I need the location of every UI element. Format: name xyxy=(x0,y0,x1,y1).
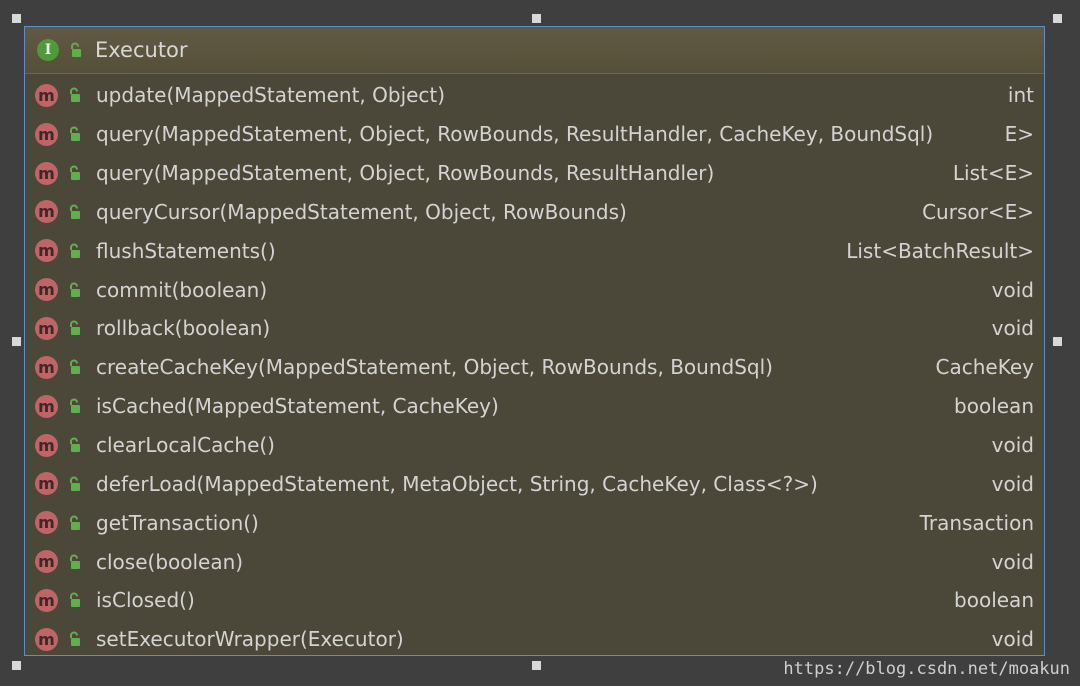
method-signature: isCached(MappedStatement, CacheKey) xyxy=(96,394,499,419)
method-return-type: E> xyxy=(1004,122,1034,147)
method-return-type: Transaction xyxy=(919,510,1034,535)
resize-handle-middle-right[interactable] xyxy=(1053,337,1062,346)
method-icon: m xyxy=(35,511,58,535)
method-row[interactable]: m query(MappedStatement, Object, RowBound… xyxy=(25,115,1044,154)
method-signature: createCacheKey(MappedStatement, Object, … xyxy=(96,355,773,380)
method-signature: flushStatements() xyxy=(96,238,276,263)
public-lock-icon xyxy=(70,476,80,491)
method-icon: m xyxy=(35,122,58,146)
method-icon: m xyxy=(35,83,58,107)
method-row[interactable]: m rollback(boolean) void xyxy=(25,309,1044,348)
method-icon: m xyxy=(35,550,58,574)
public-lock-icon xyxy=(70,165,80,181)
method-row[interactable]: m getTransaction() Transaction xyxy=(25,503,1044,542)
method-signature: rollback(boolean) xyxy=(96,316,271,341)
class-header[interactable]: I Executor xyxy=(25,27,1044,74)
method-signature: isClosed() xyxy=(96,588,195,613)
method-icon: m xyxy=(35,239,58,263)
method-return-type: void xyxy=(991,433,1034,458)
method-icon: m xyxy=(35,355,58,379)
public-lock-icon xyxy=(70,243,80,258)
method-signature: query(MappedStatement, Object, RowBounds… xyxy=(96,161,715,186)
watermark: https://blog.csdn.net/moakun xyxy=(783,659,1070,679)
method-signature: clearLocalCache() xyxy=(96,433,275,458)
method-row[interactable]: m deferLoad(MappedStatement, MetaObject, … xyxy=(25,464,1044,503)
public-lock-icon xyxy=(70,398,80,414)
public-lock-icon xyxy=(70,359,80,375)
method-row[interactable]: m isClosed() boolean xyxy=(25,581,1044,620)
method-row[interactable]: m query(MappedStatement, Object, RowBound… xyxy=(25,154,1044,193)
method-signature: setExecutorWrapper(Executor) xyxy=(96,627,404,652)
method-row[interactable]: m commit(boolean) void xyxy=(25,270,1044,309)
method-return-type: List<BatchResult> xyxy=(846,238,1034,263)
method-icon: m xyxy=(35,161,58,185)
method-row[interactable]: m clearLocalCache() void xyxy=(25,426,1044,465)
method-row[interactable]: m flushStatements() List<BatchResult> xyxy=(25,231,1044,270)
class-name: Executor xyxy=(95,38,188,62)
uml-class-box[interactable]: I Executor m update(MappedStatement, Obje… xyxy=(24,26,1045,656)
interface-icon: I xyxy=(37,39,59,61)
method-row[interactable]: m close(boolean) void xyxy=(25,542,1044,581)
method-row[interactable]: m setExecutorWrapper(Executor) void xyxy=(25,620,1044,659)
method-row[interactable]: m isCached(MappedStatement, CacheKey) bool… xyxy=(25,387,1044,426)
method-row[interactable]: m createCacheKey(MappedStatement, Object,… xyxy=(25,348,1044,387)
resize-handle-bottom-middle[interactable] xyxy=(532,661,541,670)
method-signature: getTransaction() xyxy=(96,510,259,535)
method-return-type: void xyxy=(991,549,1034,574)
public-lock-icon xyxy=(70,87,80,103)
method-row[interactable]: m update(MappedStatement, Object) int xyxy=(25,76,1044,115)
method-return-type: CacheKey xyxy=(935,355,1034,380)
resize-handle-middle-left[interactable] xyxy=(12,337,21,346)
public-lock-icon xyxy=(70,554,80,569)
method-icon: m xyxy=(35,472,58,496)
method-icon: m xyxy=(35,278,58,302)
public-lock-icon xyxy=(70,631,80,647)
resize-handle-top-right[interactable] xyxy=(1053,14,1062,23)
method-icon: m xyxy=(35,316,58,340)
method-signature: query(MappedStatement, Object, RowBounds… xyxy=(96,122,934,147)
public-lock-icon xyxy=(70,321,80,336)
public-lock-icon xyxy=(70,437,80,453)
method-return-type: boolean xyxy=(954,394,1034,419)
public-lock-icon xyxy=(71,42,81,57)
method-signature: queryCursor(MappedStatement, Object, Row… xyxy=(96,199,627,224)
method-return-type: int xyxy=(1007,83,1034,108)
resize-handle-top-middle[interactable] xyxy=(532,14,541,23)
method-signature: commit(boolean) xyxy=(96,277,268,302)
method-icon: m xyxy=(35,433,58,457)
public-lock-icon xyxy=(70,204,80,219)
public-lock-icon xyxy=(70,282,80,297)
method-signature: deferLoad(MappedStatement, MetaObject, S… xyxy=(96,471,818,496)
method-signature: close(boolean) xyxy=(96,549,244,574)
method-icon: m xyxy=(35,627,58,651)
method-return-type: void xyxy=(991,627,1034,652)
method-list: m update(MappedStatement, Object) int m quer… xyxy=(25,74,1044,659)
method-icon: m xyxy=(35,200,58,224)
method-return-type: void xyxy=(991,277,1034,302)
resize-handle-bottom-left[interactable] xyxy=(12,661,21,670)
public-lock-icon xyxy=(70,592,80,608)
resize-handle-top-left[interactable] xyxy=(12,14,21,23)
method-icon: m xyxy=(35,588,58,612)
method-return-type: void xyxy=(991,471,1034,496)
public-lock-icon xyxy=(70,126,80,142)
method-signature: update(MappedStatement, Object) xyxy=(96,83,446,108)
method-return-type: List<E> xyxy=(952,161,1034,186)
method-return-type: Cursor<E> xyxy=(922,199,1034,224)
method-row[interactable]: m queryCursor(MappedStatement, Object, Ro… xyxy=(25,193,1044,232)
method-return-type: void xyxy=(991,316,1034,341)
method-return-type: boolean xyxy=(954,588,1034,613)
method-icon: m xyxy=(35,394,58,418)
public-lock-icon xyxy=(70,515,80,530)
